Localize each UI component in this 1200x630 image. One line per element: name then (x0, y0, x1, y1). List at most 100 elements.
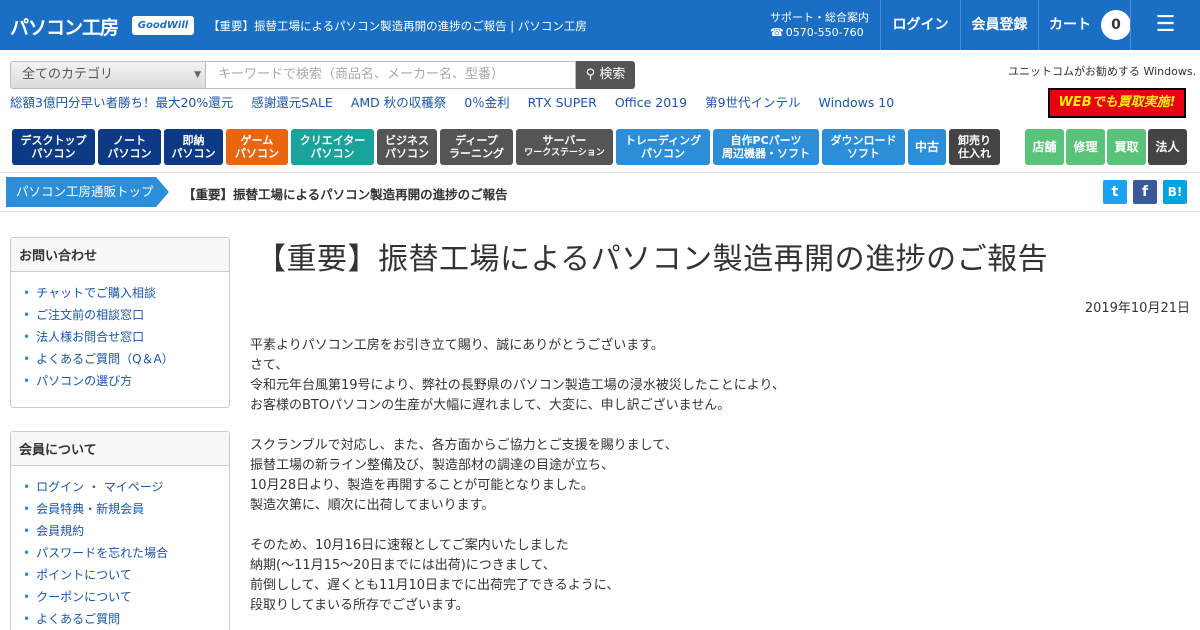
search-icon: ⚲ (585, 67, 596, 82)
promo-link[interactable]: 総額3億円分早い者勝ち！最大20%還元 (10, 95, 233, 110)
article-line: 振替工場の新ライン整備及び、製造部材の調達の目途が立ち、 (250, 458, 615, 473)
nav-trading-pc[interactable]: トレーディング パソコン (616, 129, 710, 165)
cart-label: カート (1049, 17, 1091, 33)
sidebar-link[interactable]: よくあるご質問（Q＆A） (23, 348, 229, 370)
nav-label: トレーディング (624, 134, 702, 147)
cart-button[interactable]: カート 0 (1038, 0, 1131, 50)
promo-link[interactable]: AMD 秋の収穫祭 (351, 95, 446, 110)
top-header-bar: パソコン工房 GoodWill 【重要】振替工場によるパソコン製造再開の進捗のご… (0, 0, 1200, 50)
article-line: 令和元年台風第19号により、弊社の長野県のパソコン製造工場の浸水被災したことによ… (250, 378, 785, 393)
nav-notebook-pc[interactable]: ノート パソコン (98, 129, 161, 165)
breadcrumb-home-link[interactable]: パソコン工房通販トップ (6, 177, 169, 207)
nav-stores[interactable]: 店舗 (1025, 129, 1064, 165)
nav-label: 卸売り (958, 134, 991, 147)
sidebar-link[interactable]: ポイントについて (23, 564, 229, 586)
sidebar-link[interactable]: よくあるご質問 (23, 608, 229, 630)
nav-game-pc[interactable]: ゲーム パソコン (226, 129, 288, 165)
search-button[interactable]: ⚲ 検索 (576, 61, 635, 89)
support-phone[interactable]: 0570-550-760 (770, 25, 869, 40)
nav-business-pc[interactable]: ビジネス パソコン (377, 129, 437, 165)
promo-link[interactable]: 0％金利 (464, 95, 509, 110)
nav-label: ラーニング (449, 147, 504, 160)
sidebar-link[interactable]: クーポンについて (23, 586, 229, 608)
sidebar-link[interactable]: 会員規約 (23, 520, 229, 542)
sidebar-link[interactable]: パスワードを忘れた場合 (23, 542, 229, 564)
sidebar-contact-title: お問い合わせ (11, 238, 229, 272)
promo-link[interactable]: 感謝還元SALE (251, 95, 333, 110)
sidebar-link[interactable]: 法人様お問合せ窓口 (23, 326, 229, 348)
article-line: 納期(～11月15～20日までには出荷)につきまして、 (250, 558, 556, 573)
nav-label: サーバー (542, 134, 587, 147)
nav-buyback[interactable]: 買取 (1107, 129, 1146, 165)
sidebar-link[interactable]: チャットでご購入相談 (23, 282, 229, 304)
nav-label: パソコン (385, 147, 429, 160)
article-line: 製造次第に、順次に出荷してまいります。 (250, 498, 495, 513)
breadcrumb: パソコン工房通販トップ 【重要】振替工場によるパソコン製造再開の進捗のご報告 t… (0, 172, 1200, 212)
nav-label: デスクトップ (20, 134, 87, 147)
promo-links: 総額3億円分早い者勝ち！最大20%還元 感謝還元SALE AMD 秋の収穫祭 0… (10, 92, 908, 111)
nav-wholesale[interactable]: 卸売り 仕入れ (949, 129, 1000, 165)
nav-label: ディープ (455, 134, 498, 147)
article-line: そのため、10月16日に速報としてご案内いたしました (250, 538, 569, 553)
sidebar-link[interactable]: ご注文前の相談窓口 (23, 304, 229, 326)
cart-count-badge: 0 (1101, 10, 1131, 40)
nav-label: パソコン (310, 147, 355, 160)
windows-promo-text: ユニットコムがお勧めする Windows. (1008, 65, 1197, 78)
nav-desktop-pc[interactable]: デスクトップ パソコン (12, 129, 95, 165)
sidebar-contact-box: お問い合わせ チャットでご購入相談 ご注文前の相談窓口 法人様お問合せ窓口 よく… (10, 237, 230, 408)
support-label: サポート・総合案内 (770, 11, 869, 24)
nav-label: パソコン (171, 147, 216, 160)
nav-instant-pc[interactable]: 即納 パソコン (164, 129, 223, 165)
login-button[interactable]: ログイン (880, 0, 960, 50)
nav-download-software[interactable]: ダウンロード ソフト (822, 129, 905, 165)
promo-link[interactable]: RTX SUPER (528, 95, 597, 110)
twitter-share-icon[interactable]: t (1103, 180, 1127, 204)
nav-used[interactable]: 中古 (908, 129, 946, 165)
page-header-title: 【重要】振替工場によるパソコン製造再開の進捗のご報告 | パソコン工房 (208, 19, 587, 33)
search-input[interactable]: キーワードで検索（商品名、メーカー名、型番） (206, 61, 576, 89)
breadcrumb-current: 【重要】振替工場によるパソコン製造再開の進捗のご報告 (183, 187, 508, 202)
category-select[interactable]: 全てのカテゴリ ▼ (10, 61, 206, 89)
buyback-banner[interactable]: WEBでも買取実施! (1048, 88, 1186, 118)
sidebar-link[interactable]: 会員特典・新規会員 (23, 498, 229, 520)
nav-corporate[interactable]: 法人 (1148, 129, 1187, 165)
sidebar-link[interactable]: ログイン ・ マイページ (23, 476, 229, 498)
article-body: 平素よりパソコン工房をお引き立て賜り、誠にありがとうございます。 さて、 令和元… (250, 336, 785, 616)
nav-deep-learning[interactable]: ディープ ラーニング (440, 129, 513, 165)
page-title: 【重要】振替工場によるパソコン製造再開の進捗のご報告 (256, 242, 1049, 277)
hamburger-menu-icon[interactable]: ☰ (1130, 0, 1200, 50)
nav-label: 即納 (182, 134, 205, 147)
nav-label: 自作PCパーツ (730, 134, 802, 147)
facebook-share-icon[interactable]: f (1133, 180, 1157, 204)
nav-label: パソコン (31, 147, 76, 160)
article-line: 前倒しして、遅くとも11月10日までに出荷完了できるように、 (250, 578, 620, 593)
site-logo[interactable]: パソコン工房 (10, 13, 119, 40)
goodwill-logo[interactable]: GoodWill (132, 16, 194, 35)
article-line: 平素よりパソコン工房をお引き立て賜り、誠にありがとうございます。 (250, 338, 664, 353)
nav-label: ソフト (847, 147, 880, 160)
sidebar-link[interactable]: パソコンの選び方 (23, 370, 229, 392)
promo-link[interactable]: Windows 10 (819, 95, 895, 110)
promo-link[interactable]: Office 2019 (615, 95, 687, 110)
nav-repair[interactable]: 修理 (1066, 129, 1105, 165)
article-line: 段取りしてまいる所存でございます。 (250, 598, 469, 613)
search-button-label: 検索 (599, 67, 626, 82)
nav-label: クリエイター (299, 134, 366, 147)
nav-label: 周辺機器・ソフト (722, 147, 810, 160)
promo-link[interactable]: 第9世代インテル (705, 95, 800, 110)
nav-label: パソコン (235, 147, 279, 160)
article-date: 2019年10月21日 (1084, 301, 1190, 316)
nav-pc-parts[interactable]: 自作PCパーツ 周辺機器・ソフト (713, 129, 819, 165)
hatena-bookmark-icon[interactable]: B! (1163, 180, 1187, 204)
article-line: 10月28日より、製造を再開することが可能となりました。 (250, 478, 594, 493)
nav-label: ビジネス (385, 134, 429, 147)
register-button[interactable]: 会員登録 (960, 0, 1038, 50)
nav-server-workstation[interactable]: サーバー ワークステーション (516, 129, 613, 165)
article-line: さて、 (250, 358, 289, 373)
support-info[interactable]: サポート・総合案内 0570-550-760 (770, 10, 869, 40)
nav-creator-pc[interactable]: クリエイター パソコン (291, 129, 374, 165)
nav-label: パソコン (641, 147, 685, 160)
nav-label: 中古 (914, 140, 939, 154)
nav-label: 仕入れ (958, 147, 991, 160)
sidebar-member-box: 会員について ログイン ・ マイページ 会員特典・新規会員 会員規約 パスワード… (10, 431, 230, 630)
